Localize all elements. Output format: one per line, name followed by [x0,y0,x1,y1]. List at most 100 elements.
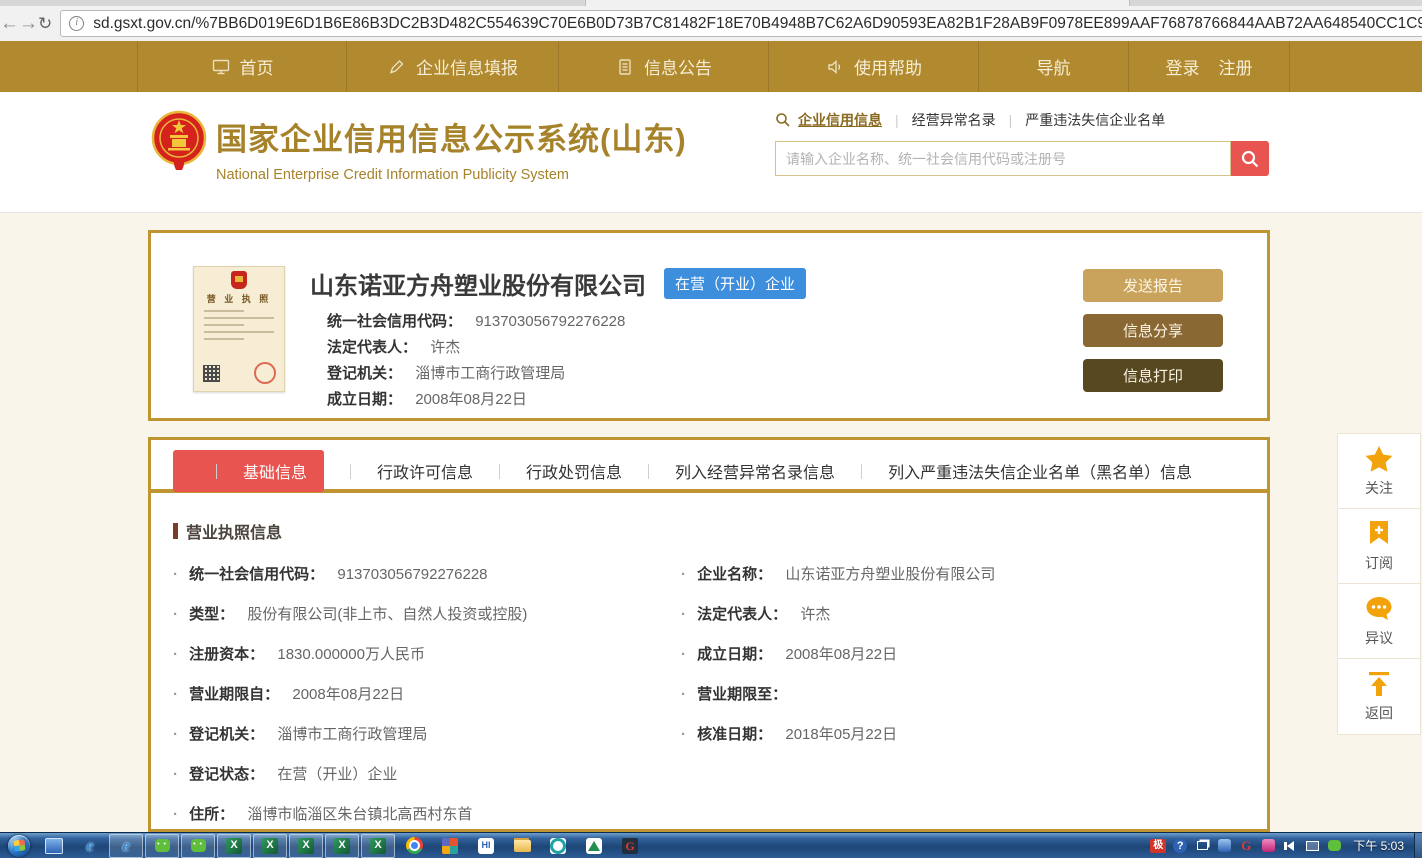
field-label: 登记机关： [189,726,264,743]
field-label: 登记机关： [327,365,402,382]
tray-restore-window[interactable] [1191,835,1213,857]
detail-field: 核准日期： 2018年05月22日 [681,715,1245,755]
tray-volume[interactable] [1279,835,1301,857]
side-item-label: 返回 [1365,703,1393,723]
taskbar-excel[interactable]: X [361,834,395,858]
register-link[interactable]: 注册 [1219,54,1253,79]
taskbar-teal-app[interactable] [541,834,575,858]
floating-side-toolbar: 关注 订阅 异议 返回 [1337,433,1421,735]
taskbar-chrome[interactable] [397,834,431,858]
site-header: 国家企业信用信息公示系统(山东) National Enterprise Cre… [0,92,1422,213]
search-link-credit-info[interactable]: 企业信用信息 [798,110,882,130]
search-link-blacklist[interactable]: 严重违法失信企业名单 [1025,110,1165,130]
site-title: 国家企业信用信息公示系统(山东) [216,114,687,159]
action-button[interactable]: 信息打印 [1083,359,1223,392]
start-button[interactable] [8,835,30,857]
tab[interactable]: 行政许可信息 [324,459,473,483]
brand: 国家企业信用信息公示系统(山东) National Enterprise Cre… [216,114,687,183]
field-value: 2008年08月22日 [415,391,527,408]
tray-pink-app[interactable] [1257,835,1279,857]
field-value: 在营（开业）企业 [277,766,397,783]
taskbar-excel[interactable]: X [253,834,287,858]
nav-item-navigation[interactable]: 导航 [978,41,1128,92]
taskbar-item-glyph: HI [482,841,491,850]
action-button[interactable]: 发送报告 [1083,269,1223,302]
search-link-abnormal-list[interactable]: 经营异常名录 [912,110,996,130]
taskbar-internet-explorer-window[interactable]: e [109,834,143,858]
browser-back-button[interactable]: ← [0,13,19,35]
back-to-top-button[interactable]: 返回 [1338,659,1420,734]
nav-item-label: 企业信息填报 [416,54,518,79]
nav-item-enterprise-filing[interactable]: 企业信息填报 [346,41,558,92]
show-desktop-button[interactable] [1414,833,1422,858]
detail-field: 统一社会信用代码： 913703056792276228 [173,555,681,595]
taskbar-item-glyph: X [266,840,273,851]
tab[interactable]: 列入严重违法失信企业名单（黑名单）信息 [835,459,1192,483]
nav-item-home[interactable]: 首页 [137,41,346,92]
tab[interactable]: 基础信息 [173,450,324,492]
taskbar-baidu-hi[interactable]: HI [469,834,503,858]
taskbar-clock[interactable]: 下午 5:03 [1353,837,1404,854]
search-row [775,141,1269,176]
windows-taskbar: e e X X [0,832,1422,858]
tab[interactable]: 列入经营异常名录信息 [622,459,835,483]
nav-item-label: 首页 [240,54,274,79]
system-tray: 极 ? G [1147,835,1345,857]
subscribe-button[interactable]: 订阅 [1338,509,1420,584]
summary-field: 成立日期： 2008年08月22日 [327,391,625,409]
browser-forward-button[interactable]: → [19,13,38,35]
tab[interactable]: 行政处罚信息 [473,459,622,483]
taskbar-wechat[interactable] [145,834,179,858]
field-value: 913703056792276228 [337,566,487,583]
nav-item-announcements[interactable]: 信息公告 [558,41,768,92]
side-item-label: 订阅 [1365,553,1393,573]
login-link[interactable]: 登录 [1166,54,1200,79]
summary-field: 统一社会信用代码： 913703056792276228 [327,313,625,331]
action-button[interactable]: 信息分享 [1083,314,1223,347]
field-label: 核准日期： [697,726,772,743]
separator: | [895,112,899,128]
taskbar-wechat[interactable] [181,834,215,858]
taskbar-apps: e e X X [37,834,649,858]
taskbar-green-app[interactable] [577,834,611,858]
page-info-icon[interactable]: i [69,16,84,31]
tray-red-app[interactable]: G [1235,835,1257,857]
status-badge: 在营（开业）企业 [664,268,806,299]
tray-wechat[interactable] [1323,835,1345,857]
taskbar-internet-explorer[interactable]: e [73,834,107,858]
follow-button[interactable]: 关注 [1338,434,1420,509]
search-input[interactable] [775,141,1231,176]
taskbar-excel[interactable]: X [217,834,251,858]
detail-field: 类型： 股份有限公司(非上市、自然人投资或控股) [173,595,681,635]
taskbar-excel[interactable]: X [289,834,323,858]
site-subtitle: National Enterprise Credit Information P… [216,167,687,183]
tray-item-glyph: ? [1173,839,1187,853]
field-label: 登记状态： [189,766,264,783]
tray-ji-app[interactable]: 极 [1147,835,1169,857]
tray-user-app[interactable] [1213,835,1235,857]
field-value: 淄博市工商行政管理局 [415,365,565,382]
detail-field: 营业期限自： 2008年08月22日 [173,675,681,715]
license-emblem-icon [231,271,247,289]
taskbar-item-glyph: X [374,840,381,851]
tray-network[interactable] [1301,835,1323,857]
taskbar-excel[interactable]: X [325,834,359,858]
browser-address-bar[interactable]: i sd.gsxt.gov.cn/%7BB6D019E6D1B6E86B3DC2… [60,10,1422,37]
taskbar-red-app[interactable]: G [613,834,647,858]
field-label: 企业名称： [697,566,772,583]
field-label: 注册资本： [189,646,264,663]
nav-item-auth: 登录 注册 [1128,41,1290,92]
taskbar-app-window-blue[interactable] [37,834,71,858]
taskbar-folder[interactable] [505,834,539,858]
tray-help[interactable]: ? [1169,835,1191,857]
browser-reload-button[interactable]: ↻ [38,14,52,34]
taskbar-item-glyph: e [86,837,94,854]
taskbar-photo-app[interactable] [433,834,467,858]
field-label: 成立日期： [327,391,402,408]
nav-item-help[interactable]: 使用帮助 [768,41,978,92]
search-button[interactable] [1231,141,1269,176]
bookmark-plus-icon [1366,520,1392,548]
objection-button[interactable]: 异议 [1338,584,1420,659]
field-label: 营业期限至： [697,686,787,703]
side-item-label: 关注 [1365,478,1393,498]
